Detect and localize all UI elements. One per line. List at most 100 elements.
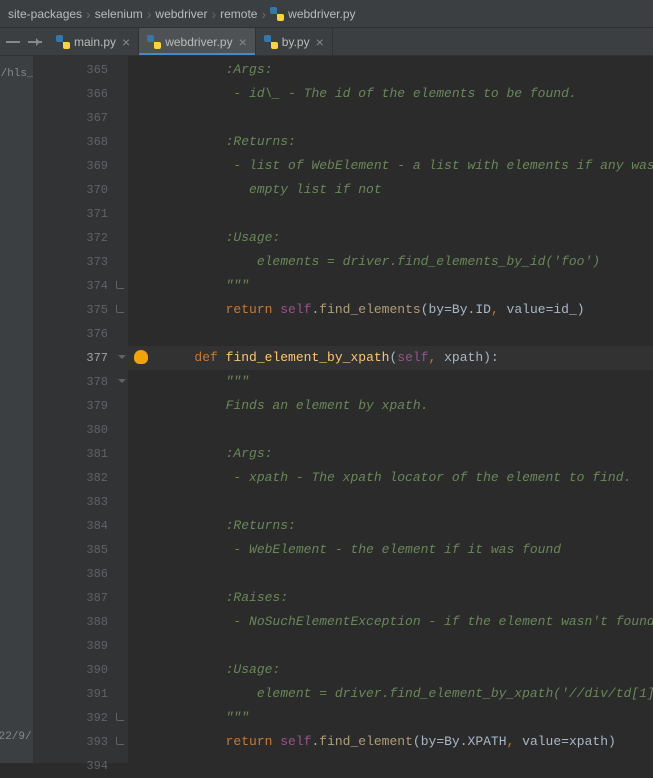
line-number[interactable]: 386	[34, 562, 128, 586]
code-line[interactable]: - list of WebElement - a list with eleme…	[128, 154, 653, 178]
breadcrumb[interactable]: site-packages › selenium › webdriver › r…	[0, 0, 653, 28]
code-line[interactable]: element = driver.find_element_by_xpath('…	[128, 682, 653, 706]
line-number[interactable]: 388	[34, 610, 128, 634]
line-number[interactable]: 393	[34, 730, 128, 754]
line-number[interactable]: 366	[34, 82, 128, 106]
line-number[interactable]: 368	[34, 130, 128, 154]
code-line[interactable]	[128, 106, 653, 130]
code-line[interactable]: """	[128, 706, 653, 730]
breadcrumb-item[interactable]: site-packages	[8, 7, 82, 21]
token-kw: ,	[507, 734, 523, 749]
line-number[interactable]: 375	[34, 298, 128, 322]
line-number-gutter[interactable]: 3653663673683693703713723733743753763773…	[34, 56, 128, 763]
collapse-icon[interactable]	[6, 41, 20, 43]
code-line[interactable]: :Args:	[128, 442, 653, 466]
code-line[interactable]: :Usage:	[128, 226, 653, 250]
code-line[interactable]: :Raises:	[128, 586, 653, 610]
line-number[interactable]: 374	[34, 274, 128, 298]
code-line[interactable]: return self.find_elements(by=By.ID, valu…	[128, 298, 653, 322]
project-pane-sliver[interactable]: s/hls_ 022/9/	[0, 56, 34, 763]
line-number[interactable]: 370	[34, 178, 128, 202]
fold-end-icon[interactable]	[116, 305, 124, 313]
token-kw: ,	[491, 302, 507, 317]
editor-tabs: main.py×webdriver.py×by.py×	[0, 28, 653, 56]
code-line[interactable]	[128, 754, 653, 763]
code-line[interactable]: elements = driver.find_elements_by_id('f…	[128, 250, 653, 274]
expand-icon[interactable]	[28, 41, 42, 43]
code-line[interactable]: def find_element_by_xpath(self, xpath):	[128, 346, 653, 370]
token-str: :Args:	[226, 446, 273, 461]
tree-text: 022/9/	[0, 731, 32, 743]
line-number[interactable]: 389	[34, 634, 128, 658]
token-kw: def	[194, 350, 225, 365]
tab-by-py[interactable]: by.py×	[256, 28, 333, 55]
line-number[interactable]: 377	[34, 346, 128, 370]
code-line[interactable]: - WebElement - the element if it was fou…	[128, 538, 653, 562]
line-number[interactable]: 379	[34, 394, 128, 418]
line-number[interactable]: 367	[34, 106, 128, 130]
breadcrumb-item[interactable]: webdriver	[155, 7, 207, 21]
fold-end-icon[interactable]	[116, 737, 124, 745]
code-line[interactable]	[128, 202, 653, 226]
token-p: By.ID	[452, 302, 491, 317]
code-line[interactable]: """	[128, 274, 653, 298]
close-icon[interactable]: ×	[122, 34, 130, 50]
code-line[interactable]: - id\_ - The id of the elements to be fo…	[128, 82, 653, 106]
code-line[interactable]: - xpath - The xpath locator of the eleme…	[128, 466, 653, 490]
code-line[interactable]	[128, 490, 653, 514]
code-line[interactable]: :Args:	[128, 58, 653, 82]
python-file-icon	[270, 7, 284, 21]
line-number[interactable]: 383	[34, 490, 128, 514]
code-area[interactable]: :Args: - id\_ - The id of the elements t…	[128, 56, 653, 763]
line-number[interactable]: 390	[34, 658, 128, 682]
close-icon[interactable]: ×	[316, 34, 324, 50]
line-number[interactable]: 392	[34, 706, 128, 730]
code-line[interactable]	[128, 322, 653, 346]
token-str: """	[226, 710, 249, 725]
line-number[interactable]: 371	[34, 202, 128, 226]
line-number[interactable]: 376	[34, 322, 128, 346]
code-line[interactable]: :Usage:	[128, 658, 653, 682]
token-param: value	[507, 302, 546, 317]
line-number[interactable]: 387	[34, 586, 128, 610]
fold-start-icon[interactable]	[118, 379, 126, 387]
code-line[interactable]: :Returns:	[128, 130, 653, 154]
token-str: :Returns:	[226, 518, 296, 533]
line-number[interactable]: 365	[34, 58, 128, 82]
lightbulb-icon[interactable]	[134, 350, 148, 364]
tab-webdriver-py[interactable]: webdriver.py×	[139, 28, 256, 55]
token-p: xpath)	[569, 734, 616, 749]
token-str: """	[226, 374, 249, 389]
breadcrumb-item[interactable]: webdriver.py	[270, 7, 355, 21]
code-line[interactable]: """	[128, 370, 653, 394]
breadcrumb-item[interactable]: selenium	[95, 7, 143, 21]
code-line[interactable]	[128, 418, 653, 442]
code-line[interactable]	[128, 634, 653, 658]
code-line[interactable]: :Returns:	[128, 514, 653, 538]
close-icon[interactable]: ×	[239, 34, 247, 50]
fold-start-icon[interactable]	[118, 355, 126, 363]
line-number[interactable]: 373	[34, 250, 128, 274]
code-line[interactable]: Finds an element by xpath.	[128, 394, 653, 418]
code-line[interactable]: return self.find_element(by=By.XPATH, va…	[128, 730, 653, 754]
code-line[interactable]: empty list if not	[128, 178, 653, 202]
line-number[interactable]: 384	[34, 514, 128, 538]
line-number[interactable]: 372	[34, 226, 128, 250]
token-str: :Returns:	[226, 134, 296, 149]
line-number[interactable]: 382	[34, 466, 128, 490]
line-number[interactable]: 381	[34, 442, 128, 466]
code-line[interactable]	[128, 562, 653, 586]
fold-end-icon[interactable]	[116, 713, 124, 721]
tab-main-py[interactable]: main.py×	[48, 28, 139, 55]
line-number[interactable]: 378	[34, 370, 128, 394]
line-number[interactable]: 391	[34, 682, 128, 706]
line-number[interactable]: 380	[34, 418, 128, 442]
line-number[interactable]: 369	[34, 154, 128, 178]
token-str: - list of WebElement - a list with eleme…	[226, 158, 653, 173]
token-self: self	[397, 350, 428, 365]
fold-end-icon[interactable]	[116, 281, 124, 289]
line-number[interactable]: 394	[34, 754, 128, 778]
code-line[interactable]: - NoSuchElementException - if the elemen…	[128, 610, 653, 634]
line-number[interactable]: 385	[34, 538, 128, 562]
breadcrumb-item[interactable]: remote	[220, 7, 257, 21]
